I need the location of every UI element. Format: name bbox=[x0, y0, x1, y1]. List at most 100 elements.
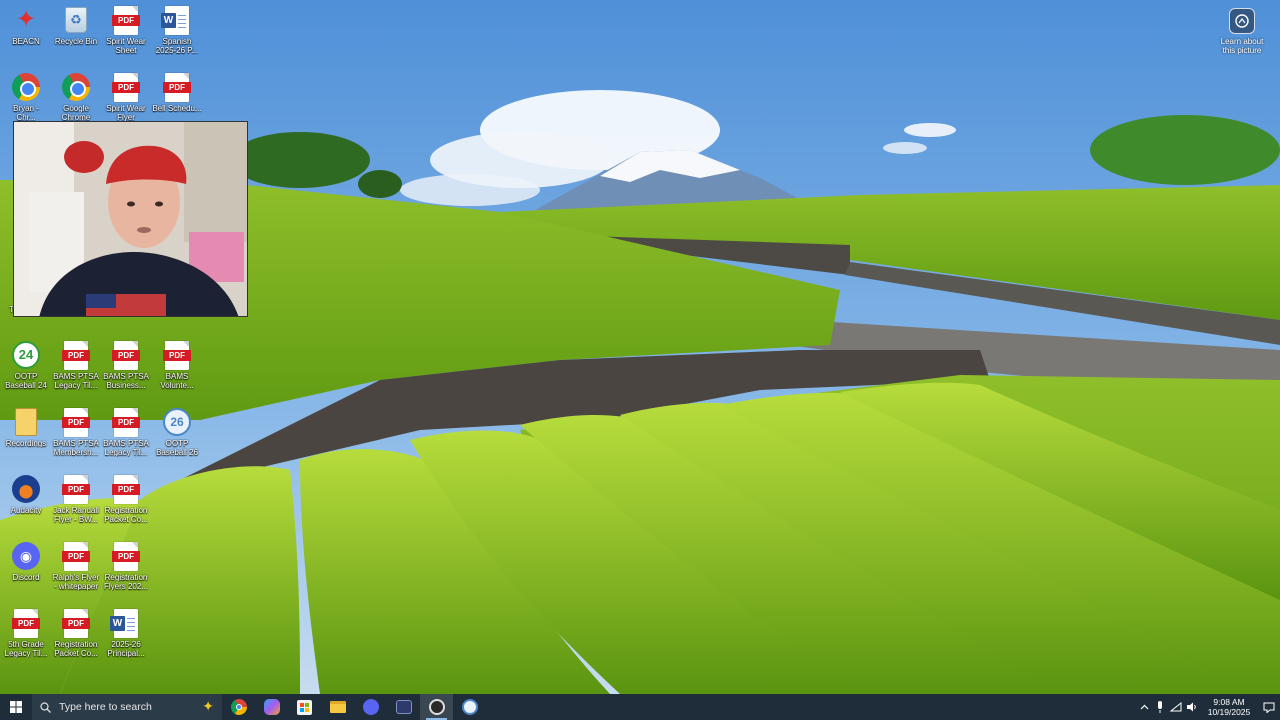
obs-studio-icon bbox=[428, 699, 445, 715]
desktop-icon[interactable]: PDF BAMS PTSA Business... bbox=[100, 340, 152, 390]
pdf-icon: PDF bbox=[61, 474, 91, 504]
desktop-icon-label: Bell Schedu... bbox=[152, 104, 202, 113]
desktop-icon[interactable]: PDF Spirit Wear Sheet bbox=[100, 5, 152, 55]
notification-center-button[interactable] bbox=[1258, 694, 1280, 720]
taskbar-chrome[interactable] bbox=[222, 694, 255, 720]
chrome-icon bbox=[11, 72, 41, 102]
desktop-icon-label: Google bbox=[63, 104, 89, 113]
discord-icon: ◉ bbox=[11, 541, 41, 571]
desktop-icon[interactable]: 24 OOTP Baseball 24 bbox=[0, 340, 52, 390]
desktop-icon[interactable]: PDF Jack Randall Flyer - BW... bbox=[50, 474, 102, 524]
ootp-26-icon: 26 bbox=[162, 407, 192, 437]
desktop-icon[interactable]: PDF Registration Packet Co... bbox=[50, 608, 102, 658]
desktop-icon[interactable]: PDF BAMS Volunte... bbox=[151, 340, 203, 390]
desktop-icon-label: OOTP bbox=[165, 439, 189, 448]
desktop-icon[interactable]: 26 OOTP Baseball 26 bbox=[151, 407, 203, 457]
taskbar-obs[interactable] bbox=[420, 694, 453, 720]
microphone-tray[interactable] bbox=[1152, 694, 1168, 720]
taskbar-terminal[interactable] bbox=[387, 694, 420, 720]
camera-icon bbox=[1229, 8, 1255, 34]
desktop-icon-label-2: Legacy Til... bbox=[104, 448, 148, 457]
desktop-icon[interactable]: W Spanish 2025-26 P... bbox=[151, 5, 203, 55]
desktop-icon-label: Bryan - bbox=[13, 104, 39, 113]
desktop-icon-label-2: Packet Co... bbox=[104, 515, 148, 524]
audacity-icon bbox=[11, 474, 41, 504]
desktop-icon-label-2: Legacy Til... bbox=[54, 381, 98, 390]
volume-tray[interactable] bbox=[1184, 694, 1200, 720]
desktop-icon-label-2: Baseball 24 bbox=[5, 381, 47, 390]
start-button[interactable] bbox=[0, 694, 32, 720]
desktop-icon[interactable]: PDF BAMS PTSA Membersh... bbox=[50, 407, 102, 457]
desktop-icon-label-2: - whitepaper bbox=[53, 582, 99, 591]
network-tray[interactable] bbox=[1168, 694, 1184, 720]
desktop-icon[interactable]: Bryan - Chr... bbox=[0, 72, 52, 122]
desktop-icon[interactable]: PDF BAMS PTSA Legacy Til... bbox=[100, 407, 152, 457]
desktop-icon-label: BAMS bbox=[165, 372, 189, 381]
desktop-icon[interactable]: PDF Ralph's Flyer - whitepaper bbox=[50, 541, 102, 591]
desktop-icon-label-2: Flyer - BW... bbox=[54, 515, 98, 524]
pdf-icon: PDF bbox=[61, 340, 91, 370]
desktop-icon-label: BAMS PTSA bbox=[103, 439, 149, 448]
desktop-icon-label-2: Packet Co... bbox=[54, 649, 98, 658]
discord-icon bbox=[362, 699, 379, 715]
pdf-icon: PDF bbox=[111, 474, 141, 504]
pdf-icon: PDF bbox=[111, 5, 141, 35]
terminal-icon bbox=[395, 700, 412, 714]
desktop-icon-label: Spirit Wear bbox=[106, 37, 146, 46]
speaker-icon bbox=[1187, 702, 1196, 712]
desktop-icon[interactable]: PDF 5th Grade Legacy Til... bbox=[0, 608, 52, 658]
desktop-icon-label-2: Legacy Til... bbox=[4, 649, 48, 658]
desktop-icon-label-2: Flyers 202... bbox=[103, 582, 148, 591]
beacn-icon: ✦ bbox=[15, 6, 37, 33]
desktop-icon-label: Recordings bbox=[5, 439, 47, 448]
file-explorer-icon bbox=[329, 701, 346, 713]
desktop-icon[interactable]: PDF BAMS PTSA Legacy Til... bbox=[50, 340, 102, 390]
desktop-icon-label: 2025-26 bbox=[111, 640, 141, 649]
taskbar-search-box[interactable]: Type here to search ✦ bbox=[32, 694, 222, 720]
recordings-folder-icon bbox=[11, 407, 41, 437]
windows-logo-icon bbox=[10, 701, 22, 713]
desktop-icon[interactable]: Audacity bbox=[0, 474, 52, 515]
desktop-icon-label-2: Principal... bbox=[107, 649, 145, 658]
pdf-icon: PDF bbox=[162, 340, 192, 370]
network-icon bbox=[1170, 702, 1182, 712]
pdf-icon: PDF bbox=[111, 340, 141, 370]
taskbar-copilot[interactable] bbox=[255, 694, 288, 720]
chrome-icon bbox=[61, 72, 91, 102]
webcam-overlay bbox=[13, 121, 248, 317]
desktop-icon[interactable]: ♻ Recycle Bin bbox=[50, 5, 102, 46]
taskbar-discord[interactable] bbox=[354, 694, 387, 720]
desktop-icon-label: BAMS PTSA bbox=[53, 372, 99, 381]
taskbar-clock[interactable]: 9:08 AM 10/19/2025 bbox=[1200, 697, 1258, 717]
search-icon bbox=[40, 701, 51, 713]
desktop-icon-label-2: Baseball 26 bbox=[156, 448, 198, 457]
show-hidden-icons[interactable] bbox=[1136, 694, 1152, 720]
desktop-icon[interactable]: ✦ BEACN bbox=[0, 5, 52, 46]
desktop-icon[interactable]: PDF Spirit Wear Flyer bbox=[100, 72, 152, 122]
desktop-icon-label-2: Membersh... bbox=[53, 448, 99, 457]
desktop-icon[interactable]: ◉ Discord bbox=[0, 541, 52, 582]
desktop-icon-label: OOTP bbox=[14, 372, 38, 381]
desktop-icon[interactable]: Recordings bbox=[0, 407, 52, 448]
taskbar-file-explorer[interactable] bbox=[321, 694, 354, 720]
desktop-icon-label: BAMS PTSA bbox=[103, 372, 149, 381]
desktop-icon-label-2: Volunte... bbox=[160, 381, 194, 390]
taskbar-ootp[interactable] bbox=[453, 694, 486, 720]
learn-about-picture[interactable]: Learn about this picture bbox=[1212, 8, 1272, 55]
desktop-icon[interactable]: PDF Registration Flyers 202... bbox=[100, 541, 152, 591]
notification-icon bbox=[1263, 702, 1275, 713]
desktop-icon[interactable]: PDF Registration Packet Co... bbox=[100, 474, 152, 524]
desktop-icon[interactable]: PDF Bell Schedu... bbox=[151, 72, 203, 113]
desktop-icon[interactable]: Google Chrome bbox=[50, 72, 102, 122]
search-highlight-icon[interactable]: ✦ bbox=[202, 698, 214, 715]
taskbar: Type here to search ✦ 9:08 AM 10/19/2025 bbox=[0, 694, 1280, 720]
taskbar-store[interactable] bbox=[288, 694, 321, 720]
clock-date: 10/19/2025 bbox=[1207, 707, 1251, 717]
pdf-icon: PDF bbox=[111, 541, 141, 571]
desktop-icon-label-2: 2025-26 P... bbox=[155, 46, 199, 55]
desktop-icon[interactable]: W 2025-26 Principal... bbox=[100, 608, 152, 658]
recycle-bin-icon: ♻ bbox=[61, 5, 91, 35]
desktop-icon-label: Jack Randall bbox=[53, 506, 99, 515]
desktop-icon-label: Audacity bbox=[10, 506, 42, 515]
word-icon: W bbox=[110, 608, 141, 638]
